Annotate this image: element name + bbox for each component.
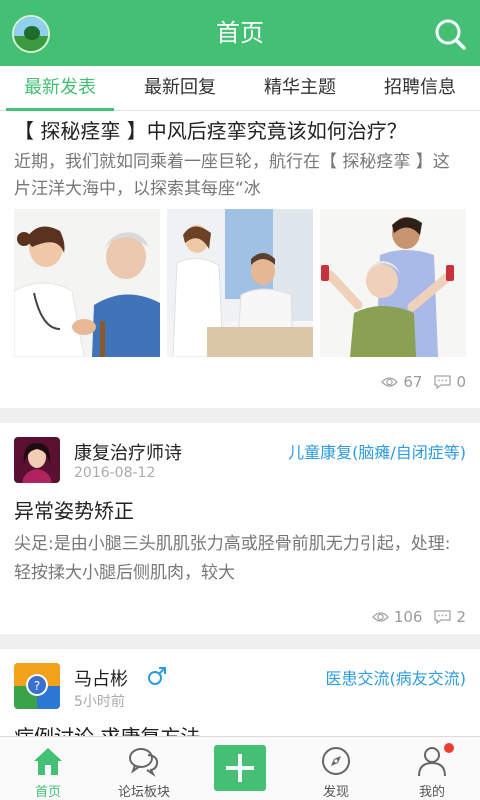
search-icon[interactable] (434, 18, 466, 50)
compass-icon (322, 747, 350, 775)
svg-text:?: ? (34, 679, 40, 693)
post-photo[interactable] (167, 209, 313, 357)
post-photo[interactable] (14, 209, 160, 357)
nav-forum-label: 论坛板块 (117, 785, 170, 800)
post-date: 5小时前 (74, 694, 125, 710)
nav-discover-label: 发现 (322, 785, 349, 800)
nav-mine-label: 我的 (418, 785, 445, 800)
post-card[interactable]: 【 探秘痉挛 】中风后痉挛究竟该如何治疗？ 近期，我们就如同乘着一座巨轮，航行在… (0, 111, 480, 408)
tab-jobs[interactable]: 招聘信息 (360, 66, 480, 110)
nav-discover[interactable]: 发现 (288, 737, 384, 800)
therapy-weights-image (320, 209, 466, 357)
chat-icon (129, 748, 159, 777)
feed-list: 【 探秘痉挛 】中风后痉挛究竟该如何治疗？ 近期，我们就如同乘着一座巨轮，航行在… (0, 111, 480, 736)
male-icon (148, 667, 166, 685)
author-avatar[interactable]: ? (14, 663, 60, 709)
nav-home[interactable]: 首页 (0, 737, 96, 800)
view-count: 106 (393, 608, 423, 626)
bottom-nav: 首页 论坛板块 发现 我的 (0, 736, 480, 800)
eye-icon (381, 377, 399, 387)
tab-featured[interactable]: 精华主题 (240, 66, 360, 110)
comment-icon (434, 375, 452, 389)
notification-badge (444, 743, 454, 753)
post-card[interactable]: ? 马占彬 5小时前 医患交流(病友交流) 病例讨论 求康复方法 (0, 649, 480, 736)
nav-mine[interactable]: 我的 (384, 737, 480, 800)
post-title: 病例讨论 求康复方法 (14, 721, 200, 736)
view-count: 67 (403, 373, 423, 391)
post-title: 【 探秘痉挛 】中风后痉挛究竟该如何治疗？ (14, 119, 407, 143)
top-bar: 首页 (0, 0, 480, 66)
tab-bar: 最新发表 最新回复 精华主题 招聘信息 (0, 66, 480, 111)
tab-latest-posts[interactable]: 最新发表 (0, 66, 120, 111)
author-avatar[interactable] (14, 437, 60, 483)
comment-icon (434, 610, 452, 624)
comment-count: 0 (456, 373, 466, 391)
post-category[interactable]: 儿童康复(脑瘫/自闭症等) (288, 439, 466, 463)
post-title: 异常姿势矫正 (14, 499, 134, 523)
nav-forum[interactable]: 论坛板块 (96, 737, 192, 800)
eye-icon (371, 612, 389, 622)
plus-icon (214, 745, 266, 791)
author-name[interactable]: 康复治疗师诗 (74, 439, 182, 465)
nav-new-post[interactable] (192, 737, 288, 800)
post-photo[interactable] (320, 209, 466, 357)
post-category[interactable]: 医患交流(病友交流) (326, 665, 467, 689)
nurse-elderly-image (14, 209, 160, 357)
post-photos (14, 209, 466, 357)
author-row: ? 马占彬 5小时前 医患交流(病友交流) (14, 663, 466, 711)
app-root: 首页 最新发表 最新回复 精华主题 招聘信息 【 探秘痉挛 】中风后痉挛究竟该如… (0, 0, 480, 800)
post-date: 2016-08-12 (74, 465, 156, 481)
post-stats: 67 0 (381, 373, 466, 391)
post-stats: 106 2 (371, 608, 466, 626)
author-row: 康复治疗师诗 2016-08-12 儿童康复(脑瘫/自闭症等) (14, 437, 466, 485)
author-name[interactable]: 马占彬 (74, 665, 128, 691)
home-icon (34, 748, 62, 775)
post-excerpt: 尖足:是由小腿三头肌肌张力高或胫骨前肌无力引起，处理:轻按揉大小腿后侧肌肉，较大 (14, 534, 451, 583)
tab-latest-replies[interactable]: 最新回复 (120, 66, 240, 110)
post-excerpt: 近期，我们就如同乘着一座巨轮，航行在【 探秘痉挛 】这片汪洋大海中，以探索其每座… (14, 152, 450, 199)
page-title: 首页 (216, 19, 264, 47)
nav-home-label: 首页 (34, 785, 61, 800)
post-card[interactable]: 康复治疗师诗 2016-08-12 儿童康复(脑瘫/自闭症等) 异常姿势矫正 尖… (0, 423, 480, 634)
comment-count: 2 (456, 608, 466, 626)
doctor-patient-image (167, 209, 313, 357)
